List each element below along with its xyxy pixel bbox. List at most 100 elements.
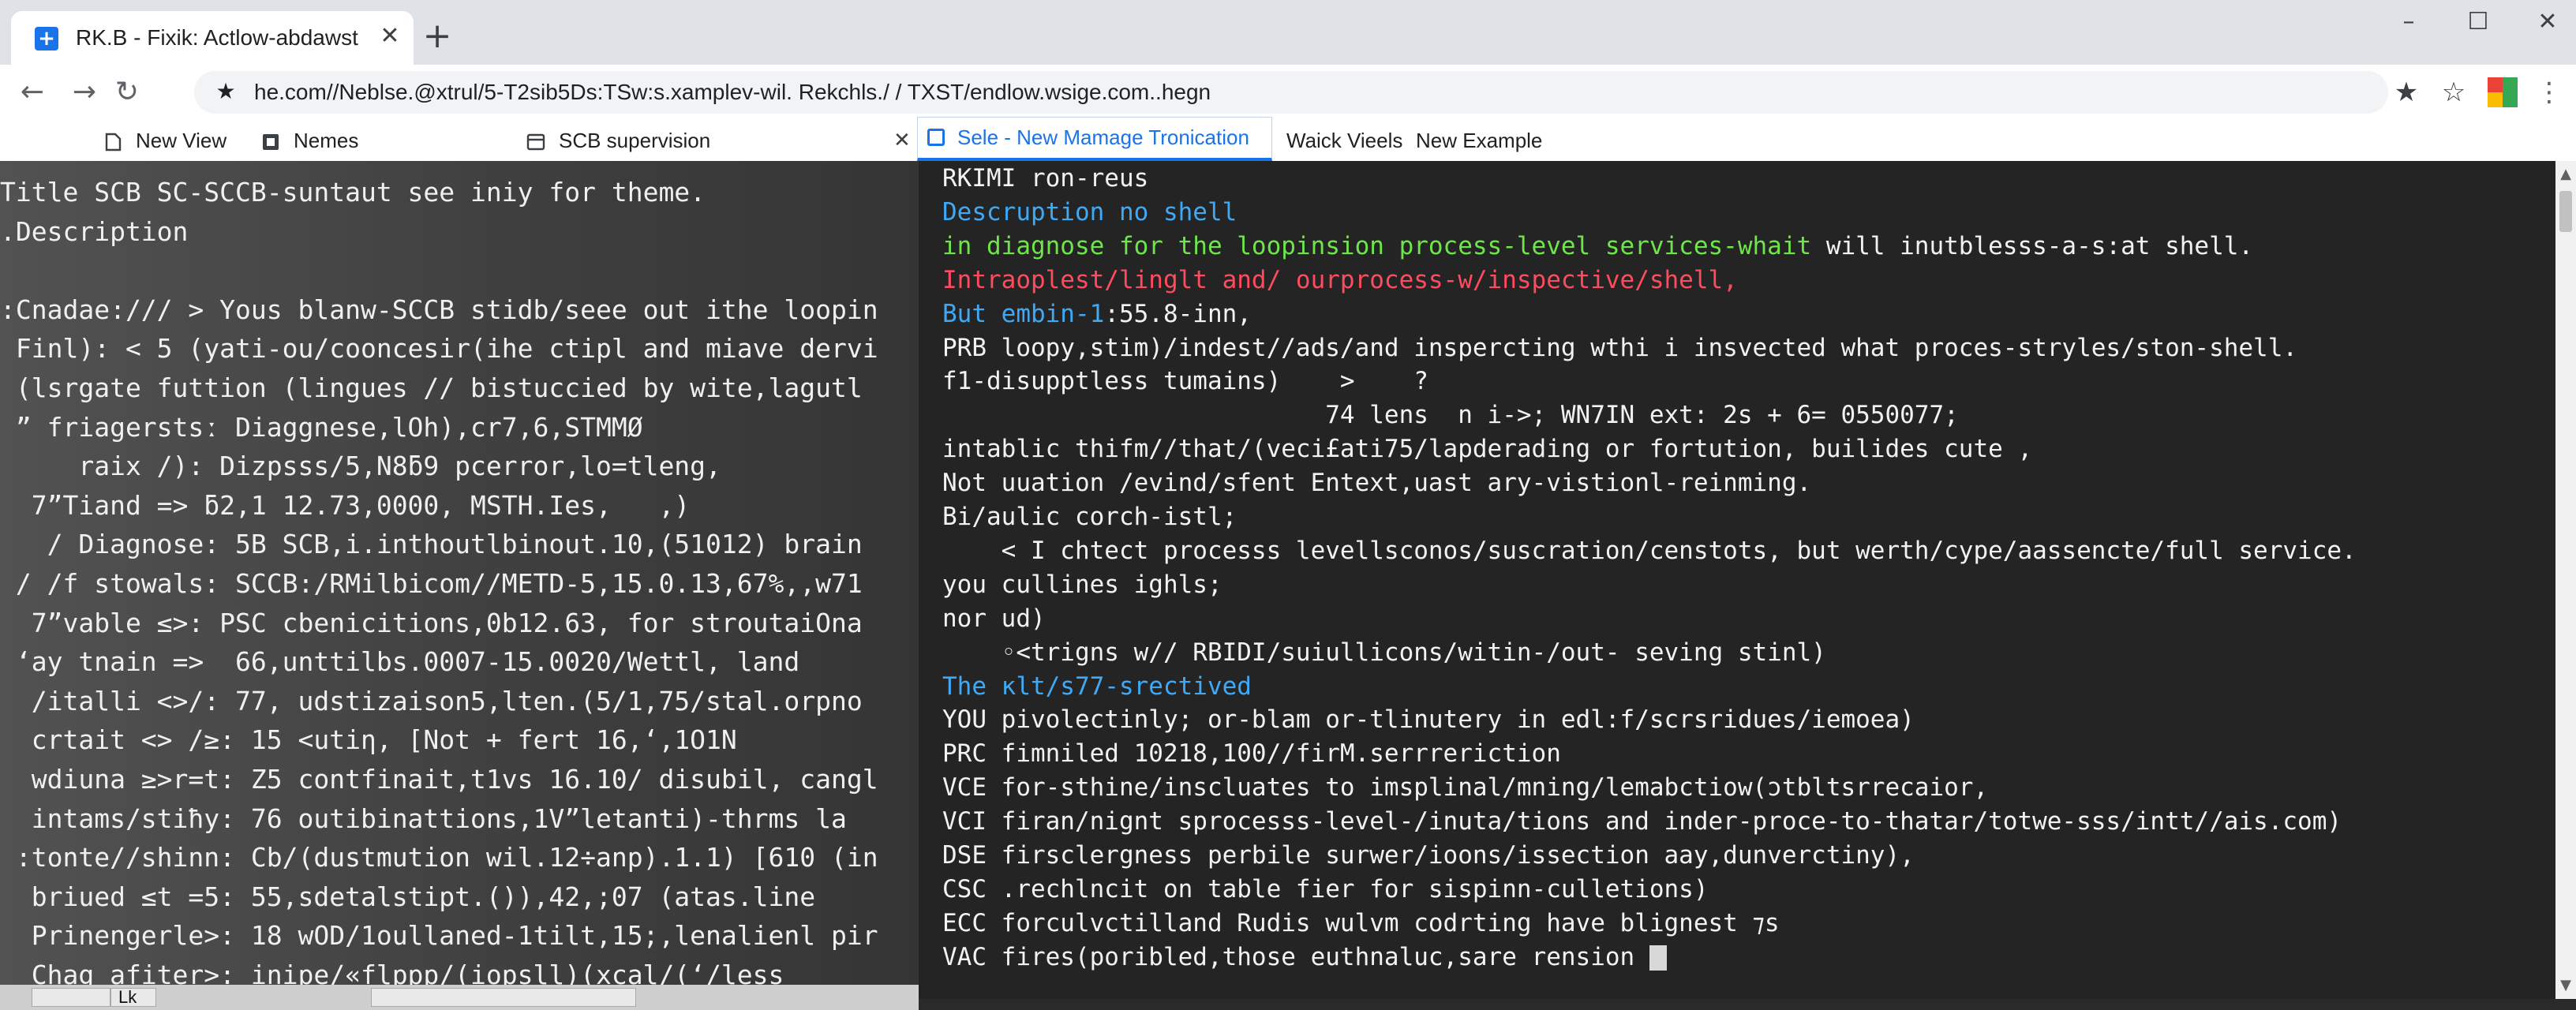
terminal-line-rest: will inutblesss-a-s:at shell. [1811,231,2254,260]
bookmark-label: New View [136,129,227,152]
terminal-line-text: in diagnose for the loopinsion process-l… [942,231,1812,260]
terminal-line-text: Intraoplest/linglt and/ ourprocess-w/ins… [942,265,1738,294]
terminal-line: DSE firsclergness perbile surwer/ioons/i… [942,841,1915,870]
scrollbar-label: Lk [118,987,137,1007]
terminal-line-text: PRC fimniled 10218,100//firM.serrrericti… [942,739,1561,769]
terminal-line: f1-disupptless tumains) > ? [942,367,1428,395]
console-line: / Diagnose: 5B SCB,i.inthoutlbinout.10,(… [0,529,863,560]
terminal-line-text: 74 lens n i->; WN7IN ext: 2s + 6= 055007… [942,401,1959,430]
terminal-line: < I chtect processs levellsconos/suscrat… [942,537,2357,565]
terminal-line: VCI firan/nignt sprocesss-level-/inuta/t… [942,807,2342,836]
terminal-line-rest: :55.8-inn, [1104,299,1252,328]
terminal-line-text: PRB loopy,stim)/indest//ads/and insperct… [942,333,2298,362]
folder-icon [526,133,545,151]
terminal-line: RKIMI ron-reus [942,164,1148,193]
terminal-line-text: VAC fires(poribled,those euthnaluc,sare … [942,942,1649,971]
bookmark-nemes[interactable]: Nemes [260,126,358,155]
browser-titlebar: + RK.B - Fixik: Actlow-abdawst ✕ + – ☐ ✕ [0,0,2576,65]
square-icon [927,129,945,146]
terminal-line: VCE for-sthine/inscluates to imsplinal/m… [942,773,1988,802]
star-filled-icon[interactable]: ★ [2388,74,2424,110]
console-line: :tonte//shinn: Cb/(dustmution wil.12÷anp… [0,842,878,873]
left-console-pane[interactable]: Title SCB SC-SCCB-suntaut see iniy for t… [0,161,919,985]
terminal-line-text: CSC .rechlncit on table fier for sispinn… [942,874,1709,903]
star-outline-icon[interactable]: ☆ [2436,74,2472,110]
terminal-line-text: VCI firan/nignt sprocesss-level-/inuta/t… [942,807,2342,836]
minimize-icon[interactable]: – [2383,3,2434,41]
console-line: Title SCB SC-SCCB-suntaut see iniy for t… [0,177,706,208]
extension-quad-4 [2503,92,2518,107]
terminal-line: The κlt/s77-srectived [942,672,1252,701]
scroll-down-icon[interactable]: ▼ [2555,975,2576,996]
new-tab-button[interactable]: + [420,19,455,54]
close-tab-icon[interactable]: ✕ [376,22,404,50]
terminal-line: PRC fimniled 10218,100//firM.serrrericti… [942,739,1561,768]
console-line: ‘ay tnain => 66,unttilbs.0007-15.0020/We… [0,646,800,678]
plus-square-icon: + [35,27,58,50]
terminal-line: YOU pivolectinly; or-blam or-tlinutery i… [942,705,1915,734]
horizontal-scrollbar[interactable]: Lk [0,985,919,1010]
maximize-icon[interactable]: ☐ [2453,3,2503,41]
extension-icon[interactable] [2488,77,2518,107]
terminal-line: Descruption no shell [942,198,1237,226]
reload-icon[interactable]: ↻ [109,74,145,110]
terminal-line-text: ECC forculvctilland Rudis wulvm codrting… [942,908,1780,937]
console-line: raix /): Dizpsss/5,N8ƃ9 pcerror,lo=tleng… [0,451,721,482]
bookmark-active-tab[interactable]: Sele - New Mamage Tronication [917,117,1272,161]
console-line: ” friagerstsː Diaggnese,lOh),cr7,6,STMMØ [0,411,643,443]
terminal-line-text: intablic thifm//that/(veci£ati75/lapdera… [942,435,2033,464]
console-line: briued ≤t =5: 55,sdetalstipt.()),42,;07 … [0,881,816,912]
terminal-line: you cullines ighls; [942,570,1222,599]
close-window-icon[interactable]: ✕ [2522,3,2573,41]
terminal-line: nor ud) [942,604,1046,633]
terminal-line: But embin-1:55.8-inn, [942,300,1252,328]
terminal-line-text: RKIMI ron-reus [942,164,1149,193]
arrow-right-icon[interactable]: → [66,74,103,110]
scrollbar-segment[interactable] [32,988,110,1007]
terminal-line-text: f1-disupptless tumains) > ? [942,367,1428,396]
terminal-pane[interactable]: RKIMI ron-reus Descruption no shell in dia… [919,161,2555,999]
console-line: /italli <>/: 77, udstizaison5,lten.(5/1,… [0,685,863,716]
terminal-line: Not uuation /evind/sfent Entext,uast ary… [942,469,1811,497]
terminal-line: intablic thifm//that/(veci£ati75/lapdera… [942,435,2032,463]
terminal-line: 74 lens n i->; WN7IN ext: 2s + 6= 055007… [942,401,1959,429]
vertical-scrollbar[interactable]: ▲ ▼ [2555,161,2576,999]
bookmark-label: SCB supervision [559,129,711,152]
console-line: 7”Tiand => ƃ2,1 12.73,0000, MSTH.Ies, ,) [0,489,691,521]
console-line: :Cnadae:/// > Yous blanw-SCCB stidb/seee… [0,294,878,325]
console-line: wdiuna ≥>r=t: Z5 contfinait,t1vs 16.10/ … [0,764,878,795]
scrollbar-thumb[interactable] [371,988,636,1007]
terminal-line-text: Bi/aulic corch-istl; [942,503,1237,531]
bookmark-new-view[interactable]: New View [103,126,227,155]
terminal-line-text: < I chtect processs levellsconos/suscrat… [942,536,2357,565]
terminal-line-text: But embin-1 [942,299,1105,328]
close-icon[interactable]: ✕ [893,126,911,155]
terminal-line: in diagnose for the loopinsion process-l… [942,232,2253,260]
more-vert-icon[interactable]: ⋮ [2535,74,2563,110]
bookmark-waick-vieels[interactable]: Waick Vieels [1286,126,1402,155]
browser-tab-active[interactable]: + RK.B - Fixik: Actlow-abdawst ✕ [11,11,414,65]
terminal-line: VAC fires(poribled,those euthnaluc,sare … [942,943,1667,971]
address-bar[interactable]: ★ he.com//Neblse.@xtrul/5-T2sib5Ds:TSw:s… [194,71,2388,114]
url-text[interactable]: he.com//Neblse.@xtrul/5-T2sib5Ds:TSw:s.x… [254,80,1211,105]
tab-title: RK.B - Fixik: Actlow-abdawst [76,25,358,50]
bookmark-icon [263,134,279,151]
terminal-line-text: VCE for-sthine/inscluates to imsplinal/m… [942,773,1989,802]
bookmark-scb-supervision[interactable]: SCB supervision [526,126,710,155]
terminal-line-text: The κlt/s77-srectived [942,671,1252,701]
extension-quad-3 [2488,92,2503,107]
terminal-line-text: Not uuation /evind/sfent Entext,uast ary… [942,469,1812,498]
bookmark-new-example[interactable]: New Example [1416,126,1542,155]
navigation-bar: ← → ↻ ★ he.com//Neblse.@xtrul/5-T2sib5Ds… [0,65,2576,120]
star-icon[interactable]: ★ [212,77,240,106]
terminal-line-text: you cullines ighls; [942,570,1222,599]
terminal-line: ECC forculvctilland Rudis wulvm codrting… [942,909,1780,937]
console-line: .Description [0,215,189,247]
scroll-up-icon[interactable]: ▲ [2555,164,2576,185]
scrollbar-thumb[interactable] [2559,191,2572,232]
console-line: intams/stiħy: 76 outibinattions,1V”letan… [0,802,847,834]
console-line: 7”vable ≤>: PSC cbenicitions,0b12.63, fo… [0,607,863,638]
terminal-line: CSC .rechlncit on table fier for sispinn… [942,875,1709,903]
terminal-line-text: Descruption no shell [942,197,1237,226]
arrow-left-icon[interactable]: ← [14,74,51,110]
